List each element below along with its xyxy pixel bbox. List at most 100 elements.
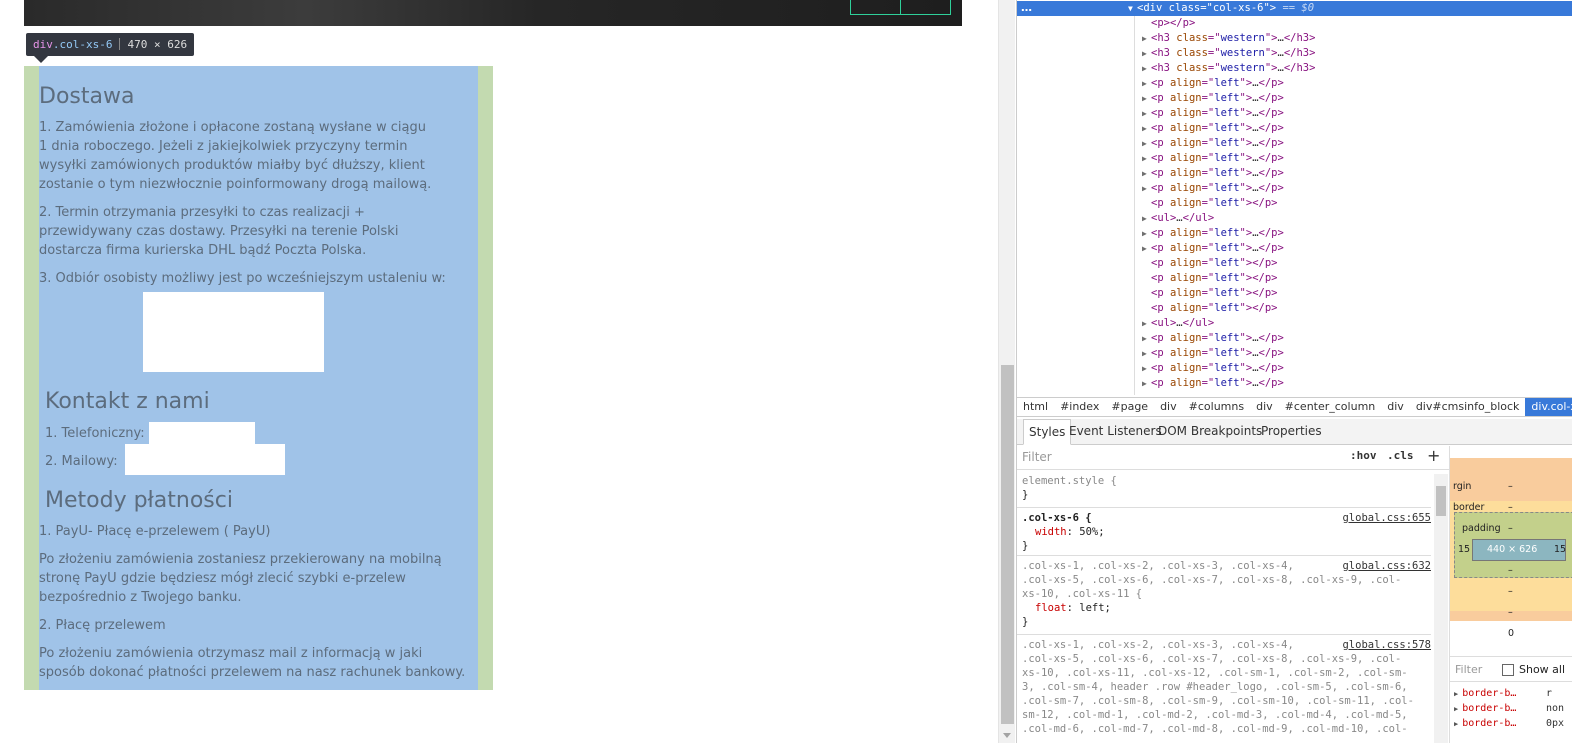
dom-node-row[interactable]: ▶ <p align="left">…</p> (1142, 241, 1284, 256)
expand-triangle-icon[interactable]: ▶ (1142, 151, 1151, 166)
class-toggle[interactable]: .cls (1387, 449, 1414, 462)
expand-triangle-icon[interactable]: ▶ (1142, 376, 1151, 391)
computed-property[interactable]: ▶ border-b… r (1454, 686, 1552, 702)
new-rule-plus-icon[interactable]: + (1427, 446, 1440, 465)
page-scrollbar[interactable] (998, 0, 1015, 743)
computed-property[interactable]: ▶ border-b… non (1454, 701, 1564, 717)
breadcrumb-item[interactable]: #page (1105, 398, 1154, 416)
css-property-name[interactable]: float (1035, 602, 1067, 614)
dom-node-row[interactable]: <p align="left"></p> (1151, 301, 1278, 316)
selected-node[interactable]: ▼ <div class="col-xs-6"> == $0 (1128, 1, 1314, 16)
dom-node-row[interactable]: ▶ <p align="left">…</p> (1142, 361, 1284, 376)
expand-triangle-icon[interactable]: ▶ (1142, 61, 1151, 76)
expand-triangle-icon[interactable]: ▼ (1128, 1, 1137, 16)
dom-node-row[interactable]: ▶ <ul>…</ul> (1142, 211, 1214, 226)
selected-node-row[interactable]: … ▼ <div class="col-xs-6"> == $0 (1017, 1, 1572, 16)
dom-node-row[interactable]: ▶ <p align="left">…</p> (1142, 166, 1284, 181)
dom-node-row[interactable]: ▶ <p align="left">…</p> (1142, 136, 1284, 151)
breadcrumb-item[interactable]: div (1154, 398, 1183, 416)
css-property-value[interactable]: 50%; (1079, 526, 1104, 538)
dom-node-row[interactable]: ▶ <p align="left">…</p> (1142, 121, 1284, 136)
padding-bottom-value[interactable]: – (1508, 565, 1513, 577)
expand-triangle-icon[interactable]: ▶ (1142, 226, 1151, 241)
expand-triangle-icon[interactable]: ▶ (1142, 106, 1151, 121)
dom-node-row[interactable]: <p align="left"></p> (1151, 271, 1278, 286)
element-style-rule[interactable]: element.style { } (1017, 472, 1431, 508)
css-rule[interactable]: global.css:632 .col-xs-1, .col-xs-2, .co… (1017, 557, 1431, 635)
expand-triangle-icon[interactable]: ▶ (1454, 690, 1458, 698)
content-size[interactable]: 440 × 626 (1487, 544, 1537, 556)
expand-triangle-icon[interactable]: ▶ (1142, 31, 1151, 46)
dostawa-text: dostarcza firma kurierska DHL bądź Poczt… (39, 243, 367, 258)
expand-triangle-icon[interactable]: ▶ (1142, 166, 1151, 181)
styles-scrollbar[interactable] (1434, 474, 1448, 743)
dom-node-row[interactable]: <p align="left"></p> (1151, 286, 1278, 301)
expand-triangle-icon[interactable]: ▶ (1142, 346, 1151, 361)
hover-state-toggle[interactable]: :hov (1350, 449, 1377, 462)
scroll-down-arrow-icon[interactable] (1003, 733, 1011, 738)
breadcrumb-item[interactable]: #index (1054, 398, 1105, 416)
breadcrumb-item[interactable]: html (1017, 398, 1054, 416)
expand-triangle-icon[interactable]: ▶ (1142, 121, 1151, 136)
padding-right-value[interactable]: 15 (1554, 544, 1566, 556)
page-scrollbar-thumb[interactable] (1001, 365, 1014, 724)
expand-triangle-icon[interactable]: ▶ (1454, 720, 1458, 728)
css-property-name[interactable]: width (1035, 526, 1067, 538)
css-rule[interactable]: global.css:578 .col-xs-1, .col-xs-2, .co… (1017, 636, 1431, 743)
expand-triangle-icon[interactable]: ▶ (1142, 76, 1151, 91)
dom-node-row[interactable]: ▶ <p align="left">…</p> (1142, 331, 1284, 346)
breadcrumb-item[interactable]: div.col-xs-6 (1525, 398, 1572, 416)
breadcrumb-item[interactable]: div (1381, 398, 1410, 416)
expand-triangle-icon[interactable]: ▶ (1142, 91, 1151, 106)
dom-node-row[interactable]: ▶ <p align="left">…</p> (1142, 106, 1284, 121)
border-bottom-value[interactable]: – (1508, 586, 1513, 598)
expand-triangle-icon[interactable]: ▶ (1454, 705, 1458, 713)
expand-triangle-icon[interactable]: ▶ (1142, 361, 1151, 376)
breadcrumb-item[interactable]: div#cmsinfo_block (1410, 398, 1526, 416)
dom-node-row[interactable]: ▶ <h3 class="western">…</h3> (1142, 61, 1315, 76)
dom-node-row[interactable]: <p align="left"></p> (1151, 196, 1278, 211)
tab-properties[interactable]: Properties (1256, 419, 1327, 444)
dom-node-row[interactable]: ▶ <h3 class="western">…</h3> (1142, 46, 1315, 61)
rule-selector: .col-xs-6 { (1022, 512, 1092, 524)
dom-node-row[interactable]: ▶ <p align="left">…</p> (1142, 376, 1284, 391)
tab-event-listeners[interactable]: Event Listeners (1064, 419, 1167, 444)
breadcrumb-item[interactable]: div (1250, 398, 1279, 416)
dom-node-row[interactable]: ▶ <p align="left">…</p> (1142, 346, 1284, 361)
breadcrumb-item[interactable]: #columns (1183, 398, 1250, 416)
dom-node-row[interactable]: ▶ <p align="left">…</p> (1142, 151, 1284, 166)
expand-triangle-icon[interactable]: ▶ (1142, 316, 1151, 331)
computed-property[interactable]: ▶ border-b… 0px (1454, 716, 1564, 732)
expand-triangle-icon[interactable]: ▶ (1142, 211, 1151, 226)
styles-scrollbar-thumb[interactable] (1436, 486, 1446, 516)
margin-top-value[interactable]: – (1508, 481, 1513, 493)
expand-triangle-icon[interactable]: ▶ (1142, 46, 1151, 61)
dom-node-row[interactable]: <p align="left"></p> (1151, 256, 1278, 271)
rule-source-link[interactable]: global.css:578 (1342, 638, 1431, 652)
dom-node-row[interactable]: ▶ <p align="left">…</p> (1142, 91, 1284, 106)
css-rule[interactable]: global.css:655 .col-xs-6 { width: 50%; } (1017, 509, 1431, 556)
rule-source-link[interactable]: global.css:655 (1342, 511, 1431, 525)
position-bottom-value[interactable]: 0 (1508, 628, 1514, 640)
node-more-button[interactable]: … (1021, 1, 1032, 14)
expand-triangle-icon[interactable]: ▶ (1142, 331, 1151, 346)
expand-triangle-icon[interactable]: ▶ (1142, 181, 1151, 196)
dom-node-row[interactable]: ▶ <h3 class="western">…</h3> (1142, 31, 1315, 46)
styles-filter-input[interactable]: Filter (1022, 450, 1052, 464)
padding-left-value[interactable]: 15 (1458, 544, 1470, 556)
rule-source-link[interactable]: global.css:632 (1342, 559, 1431, 573)
padding-top-value[interactable]: – (1508, 523, 1513, 535)
css-property-value[interactable]: left; (1079, 602, 1111, 614)
expand-triangle-icon[interactable]: ▶ (1142, 136, 1151, 151)
expand-triangle-icon[interactable]: ▶ (1142, 241, 1151, 256)
dom-node-row[interactable]: ▶ <p align="left">…</p> (1142, 226, 1284, 241)
show-all-checkbox[interactable] (1502, 664, 1514, 676)
dom-node-row[interactable]: ▶ <p align="left">…</p> (1142, 76, 1284, 91)
dom-node-row[interactable]: ▶ <p align="left">…</p> (1142, 181, 1284, 196)
tab-dom-breakpoints[interactable]: DOM Breakpoints (1153, 419, 1267, 444)
dom-node-row[interactable]: <p></p> (1151, 16, 1195, 31)
computed-filter-input[interactable]: Filter (1455, 663, 1482, 676)
dom-node-row[interactable]: ▶ <ul>…</ul> (1142, 316, 1214, 331)
margin-bottom-value[interactable]: – (1508, 607, 1513, 619)
breadcrumb-item[interactable]: #center_column (1279, 398, 1382, 416)
